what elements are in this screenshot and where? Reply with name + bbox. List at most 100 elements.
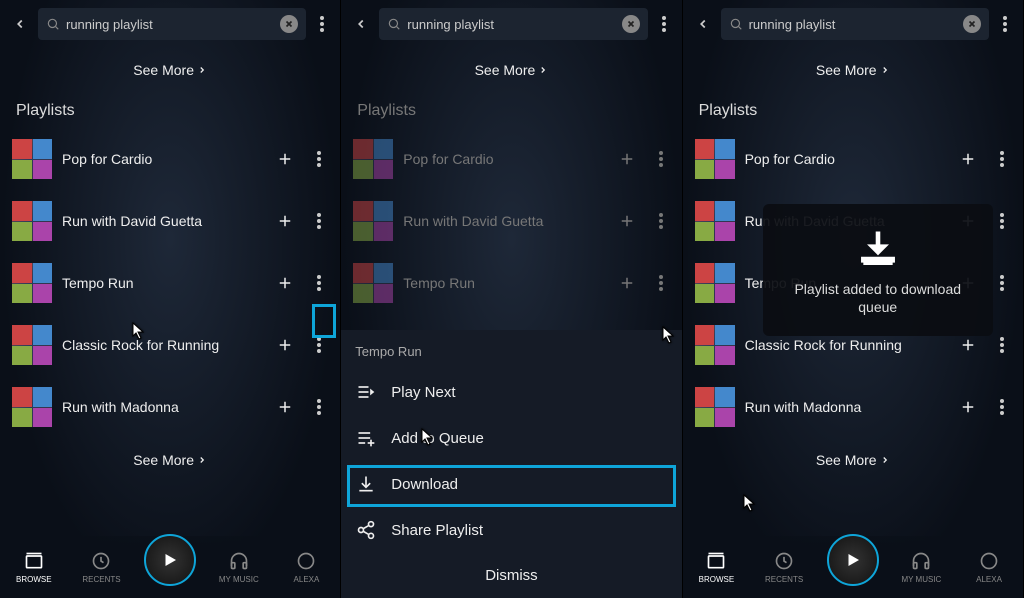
kebab-icon	[659, 275, 663, 291]
section-title: Playlists	[341, 92, 681, 128]
add-button[interactable]	[272, 270, 298, 296]
see-more-top[interactable]: See More	[0, 48, 340, 92]
context-download[interactable]: Download	[341, 461, 681, 507]
album-art	[695, 139, 735, 179]
playlist-item[interactable]: Run with Madonna	[0, 376, 340, 438]
search-box[interactable]: running playlist	[38, 8, 306, 40]
playlist-item[interactable]: Pop for Cardio	[0, 128, 340, 190]
back-button[interactable]	[6, 10, 34, 38]
context-share[interactable]: Share Playlist	[341, 507, 681, 553]
item-overflow-button[interactable]	[991, 337, 1013, 353]
clear-search-button[interactable]	[963, 15, 981, 33]
album-art	[353, 201, 393, 241]
top-bar: running playlist	[0, 0, 340, 48]
nav-alexa[interactable]: ALEXA	[281, 550, 331, 584]
now-playing-button[interactable]	[144, 534, 196, 586]
see-more-bottom[interactable]: See More	[0, 438, 340, 482]
see-more-label: See More	[475, 62, 536, 78]
item-overflow-button[interactable]	[308, 399, 330, 415]
playlist-item[interactable]: Classic Rock for Running	[0, 314, 340, 376]
context-dismiss[interactable]: Dismiss	[341, 553, 681, 598]
nav-browse[interactable]: BROWSE	[691, 550, 741, 584]
overflow-menu-button[interactable]	[993, 16, 1017, 32]
share-icon	[356, 520, 376, 540]
item-overflow-button[interactable]	[991, 399, 1013, 415]
playlist-item: Run with David Guetta	[341, 190, 681, 252]
nav-recents[interactable]: RECENTS	[759, 550, 809, 584]
item-overflow-button	[650, 151, 672, 167]
see-more-top[interactable]: See More	[341, 48, 681, 92]
nav-label: MY MUSIC	[901, 575, 941, 584]
add-button[interactable]	[272, 208, 298, 234]
playlist-name: Run with Madonna	[745, 399, 945, 415]
panel-step-1: running playlist See More Playlists Pop …	[0, 0, 341, 598]
close-icon	[967, 19, 977, 29]
chevron-right-icon	[197, 455, 207, 465]
add-button[interactable]	[272, 146, 298, 172]
overflow-menu-button[interactable]	[652, 16, 676, 32]
plus-icon	[618, 274, 636, 292]
kebab-icon	[1000, 337, 1004, 353]
playlist-name: Pop for Cardio	[745, 151, 945, 167]
now-playing-button[interactable]	[827, 534, 879, 586]
item-overflow-button[interactable]	[308, 337, 330, 353]
back-button[interactable]	[689, 10, 717, 38]
nav-my-music[interactable]: MY MUSIC	[896, 550, 946, 584]
clear-search-button[interactable]	[280, 15, 298, 33]
see-more-label: See More	[816, 452, 877, 468]
context-item-label: Play Next	[391, 384, 455, 401]
top-bar: running playlist	[683, 0, 1023, 48]
playlist-name: Pop for Cardio	[403, 151, 603, 167]
queue-icon	[356, 428, 376, 448]
kebab-icon	[1000, 399, 1004, 415]
see-more-label: See More	[133, 452, 194, 468]
search-box[interactable]: running playlist	[721, 8, 989, 40]
playlist-item[interactable]: Pop for Cardio	[683, 128, 1023, 190]
overflow-menu-button[interactable]	[310, 16, 334, 32]
playlist-name: Classic Rock for Running	[745, 337, 945, 353]
item-overflow-button[interactable]	[991, 213, 1013, 229]
playlist-name: Run with Madonna	[62, 399, 262, 415]
album-art	[695, 387, 735, 427]
playlist-name: Classic Rock for Running	[62, 337, 262, 353]
context-play-next[interactable]: Play Next	[341, 369, 681, 415]
add-button[interactable]	[955, 394, 981, 420]
chevron-right-icon	[880, 455, 890, 465]
nav-my-music[interactable]: MY MUSIC	[214, 550, 264, 584]
item-overflow-button[interactable]	[991, 151, 1013, 167]
nav-label: RECENTS	[82, 575, 120, 584]
item-overflow-button[interactable]	[308, 275, 330, 291]
item-overflow-button[interactable]	[991, 275, 1013, 291]
search-input[interactable]: running playlist	[66, 17, 274, 32]
album-art	[12, 139, 52, 179]
nav-alexa[interactable]: ALEXA	[964, 550, 1014, 584]
back-button[interactable]	[347, 10, 375, 38]
playlist-item[interactable]: Run with David Guetta	[0, 190, 340, 252]
item-overflow-button[interactable]	[308, 151, 330, 167]
album-art	[12, 263, 52, 303]
album-art	[12, 325, 52, 365]
item-overflow-button[interactable]	[308, 213, 330, 229]
search-input[interactable]: running playlist	[749, 17, 957, 32]
see-more-bottom[interactable]: See More	[683, 438, 1023, 482]
toast: Playlist added to download queue	[763, 204, 993, 336]
add-button[interactable]	[272, 394, 298, 420]
search-icon	[387, 17, 401, 31]
kebab-icon	[1000, 151, 1004, 167]
nav-recents[interactable]: RECENTS	[76, 550, 126, 584]
playlist-item[interactable]: Tempo Run	[0, 252, 340, 314]
see-more-top[interactable]: See More	[683, 48, 1023, 92]
close-icon	[626, 19, 636, 29]
clear-search-button[interactable]	[622, 15, 640, 33]
add-button[interactable]	[272, 332, 298, 358]
cursor-icon	[743, 494, 757, 512]
item-overflow-button	[650, 275, 672, 291]
nav-browse[interactable]: BROWSE	[9, 550, 59, 584]
context-add-queue[interactable]: Add to Queue	[341, 415, 681, 461]
add-button[interactable]	[955, 146, 981, 172]
playlist-item[interactable]: Run with Madonna	[683, 376, 1023, 438]
search-box[interactable]: running playlist	[379, 8, 647, 40]
search-input[interactable]: running playlist	[407, 17, 615, 32]
plus-icon	[618, 150, 636, 168]
nav-label: BROWSE	[699, 575, 735, 584]
